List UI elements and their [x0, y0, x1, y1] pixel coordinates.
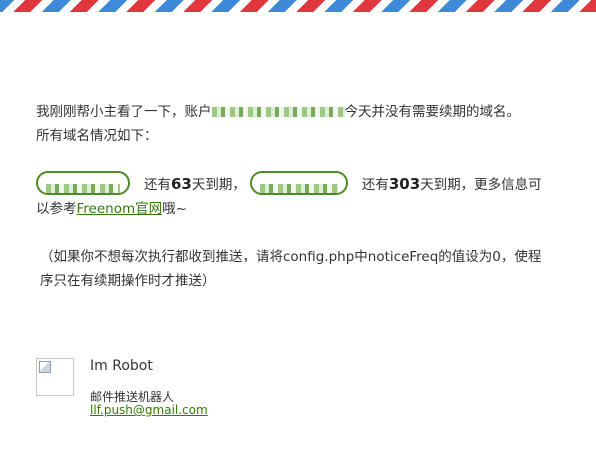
domain-badge-2[interactable] [249, 171, 348, 195]
intro-line: 所有域名情况如下： [36, 128, 158, 144]
domain-days-1: 63 [171, 175, 192, 193]
airmail-border [0, 0, 596, 12]
notice-text: （如果你不想每次执行都收到推送，请将config.php中noticeFreq的… [40, 249, 542, 289]
broken-image-icon [39, 361, 51, 373]
domain-days-2: 303 [388, 175, 421, 193]
signature-name: Im Robot [90, 358, 153, 374]
account-email-link[interactable] [211, 107, 345, 117]
email-body: 我刚刚帮小主看了一下，账户 今天并没有需要续期的域名。 所有域名情况如下： 还有6… [36, 100, 576, 293]
domain-name-2 [259, 183, 338, 193]
domain-badge-1[interactable] [36, 171, 130, 195]
signature-avatar [36, 358, 74, 396]
domain-name-1 [46, 183, 120, 193]
freenom-link[interactable]: Freenom官网 [77, 201, 163, 217]
account-line: 我刚刚帮小主看了一下，账户 今天并没有需要续期的域名。 [36, 104, 520, 120]
domain-list: 还有63天到期， 还有303天到期，更多信息可 以参考Freenom官网哦~ [36, 171, 576, 221]
signature-email-link[interactable]: llf.push@gmail.com [90, 403, 208, 417]
